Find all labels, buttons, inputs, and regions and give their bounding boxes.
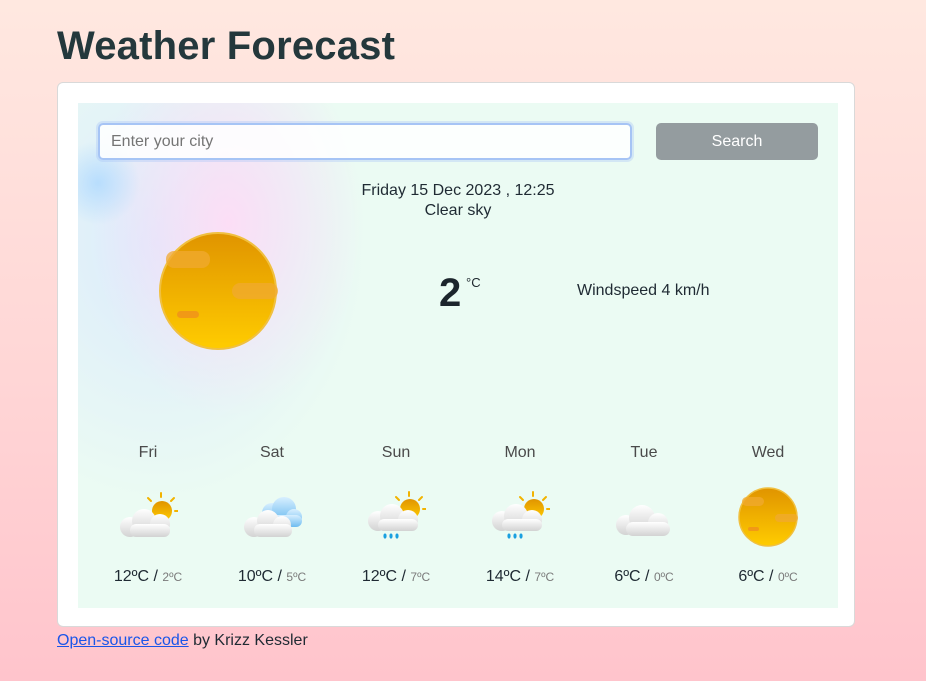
sun-icon xyxy=(738,487,798,547)
temp-separator: / xyxy=(640,568,654,585)
footer: Open-source code by Krizz Kessler xyxy=(57,632,308,650)
temp-separator: / xyxy=(521,568,535,585)
temp-separator: / xyxy=(273,568,287,585)
forecast-temperatures: 14ºC / 7ºC xyxy=(458,568,582,586)
weather-card: Search Friday 15 Dec 2023 , 12:25 Clear … xyxy=(57,82,855,627)
temperature-unit: °C xyxy=(466,275,481,290)
forecast-temperatures: 6ºC / 0ºC xyxy=(706,568,830,586)
city-search-input[interactable] xyxy=(98,123,632,160)
forecast-max-temp: 12ºC xyxy=(113,568,150,585)
sun-rain-icon xyxy=(368,491,426,539)
forecast-max-temp: 12ºC xyxy=(361,568,398,585)
current-temperature: 2 xyxy=(439,271,462,315)
current-date: Friday 15 Dec 2023 , 12:25 xyxy=(361,182,555,199)
forecast-max-temp: 6ºC xyxy=(614,568,641,585)
cloudy-icon xyxy=(244,497,302,537)
page-title: Weather Forecast xyxy=(57,24,396,68)
forecast-min-temp: 0ºC xyxy=(653,570,674,584)
forecast-day: Wed 6ºC / 0ºC xyxy=(706,444,830,589)
forecast-day: Tue 6ºC / 0ºC xyxy=(582,444,706,589)
forecast-max-temp: 10ºC xyxy=(237,568,274,585)
forecast-day: Mon 14ºC / 7ºC xyxy=(458,444,582,589)
forecast-max-temp: 6ºC xyxy=(738,568,765,585)
weather-panel: Search Friday 15 Dec 2023 , 12:25 Clear … xyxy=(78,103,838,608)
forecast-day-name: Tue xyxy=(630,444,658,461)
forecast-temperatures: 10ºC / 5ºC xyxy=(210,568,334,586)
forecast-temperatures: 6ºC / 0ºC xyxy=(582,568,706,586)
weather-description: Clear sky xyxy=(424,202,492,219)
source-code-link[interactable]: Open-source code xyxy=(57,632,189,649)
forecast-temperatures: 12ºC / 7ºC xyxy=(334,568,458,586)
forecast-min-temp: 2ºC xyxy=(162,570,183,584)
sun-icon xyxy=(159,232,278,350)
forecast-day-name: Sun xyxy=(381,444,411,461)
search-button[interactable]: Search xyxy=(656,123,818,160)
forecast-day-name: Wed xyxy=(751,444,785,461)
forecast-day: Sun 12ºC / 7ºC xyxy=(334,444,458,589)
forecast-day: Fri 12ºC / 2ºC xyxy=(86,444,210,589)
forecast-temperatures: 12ºC / 2ºC xyxy=(86,568,210,586)
temp-separator: / xyxy=(764,568,778,585)
forecast-min-temp: 0ºC xyxy=(777,570,798,584)
forecast-day-name: Fri xyxy=(138,444,158,461)
forecast-max-temp: 14ºC xyxy=(485,568,522,585)
partly-cloudy-icon xyxy=(120,492,178,537)
forecast-min-temp: 7ºC xyxy=(410,570,431,584)
forecast-day-name: Mon xyxy=(504,444,536,461)
sun-rain-icon xyxy=(492,491,550,539)
windspeed: Windspeed 4 km/h xyxy=(577,282,710,299)
footer-author: by Krizz Kessler xyxy=(188,632,308,649)
cloud-icon xyxy=(616,505,670,536)
forecast-min-temp: 7ºC xyxy=(534,570,555,584)
forecast-day: Sat 10ºC / 5ºC xyxy=(210,444,334,589)
temp-separator: / xyxy=(149,568,163,585)
forecast-day-name: Sat xyxy=(259,444,284,461)
forecast-min-temp: 5ºC xyxy=(286,570,307,584)
temp-separator: / xyxy=(397,568,411,585)
